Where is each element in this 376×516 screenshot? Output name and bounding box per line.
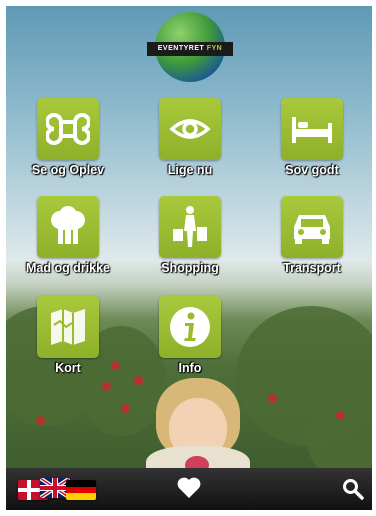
logo-text-main: EVENTYRET — [157, 45, 205, 52]
bottom-toolbar — [6, 468, 372, 510]
app-screen: EVENTYRET FYN Se og Oplev Lige nu Sov go… — [0, 0, 376, 516]
menu-tile-label: Transport — [283, 261, 341, 275]
menu-tile-info[interactable]: Info — [130, 296, 250, 375]
menu-tile-se-og-oplev[interactable]: Se og Oplev — [8, 98, 128, 177]
menu-tile-transport[interactable]: Transport — [252, 196, 372, 275]
menu-tile-label: Info — [178, 361, 202, 375]
menu-tile-label: Mad og drikke — [25, 261, 111, 275]
menu-tile-label: Sov godt — [285, 163, 339, 177]
apple — [36, 416, 45, 425]
menu-tile-label: Lige nu — [167, 163, 213, 177]
eventyret-fyn-logo: EVENTYRET FYN — [147, 12, 233, 92]
shopper-icon — [159, 196, 221, 258]
map-icon — [37, 296, 99, 358]
german-flag-icon[interactable] — [66, 480, 96, 500]
info-icon — [159, 296, 221, 358]
command-icon — [37, 98, 99, 160]
menu-tile-shopping[interactable]: Shopping — [130, 196, 250, 275]
heart-icon[interactable] — [176, 476, 202, 505]
menu-tile-label: Shopping — [161, 261, 219, 275]
logo-band: EVENTYRET FYN — [147, 42, 233, 56]
apple — [134, 376, 143, 385]
search-icon[interactable] — [342, 478, 364, 505]
child-apple — [185, 456, 209, 468]
menu-tile-label: Kort — [55, 361, 81, 375]
eye-icon — [159, 98, 221, 160]
car-icon — [281, 196, 343, 258]
menu-tile-lige-nu[interactable]: Lige nu — [130, 98, 250, 177]
menu-tile-kort[interactable]: Kort — [8, 296, 128, 375]
bed-icon — [281, 98, 343, 160]
chef-hat-icon — [37, 196, 99, 258]
apple — [102, 382, 111, 391]
language-selector[interactable] — [18, 478, 104, 502]
apple — [121, 404, 130, 413]
apple — [268, 394, 277, 403]
apple — [336, 411, 345, 420]
logo-text-accent: FYN — [206, 45, 223, 52]
menu-tile-mad-og-drikke[interactable]: Mad og drikke — [8, 196, 128, 275]
menu-tile-label: Se og Oplev — [31, 163, 105, 177]
menu-tile-sov-godt[interactable]: Sov godt — [252, 98, 372, 177]
